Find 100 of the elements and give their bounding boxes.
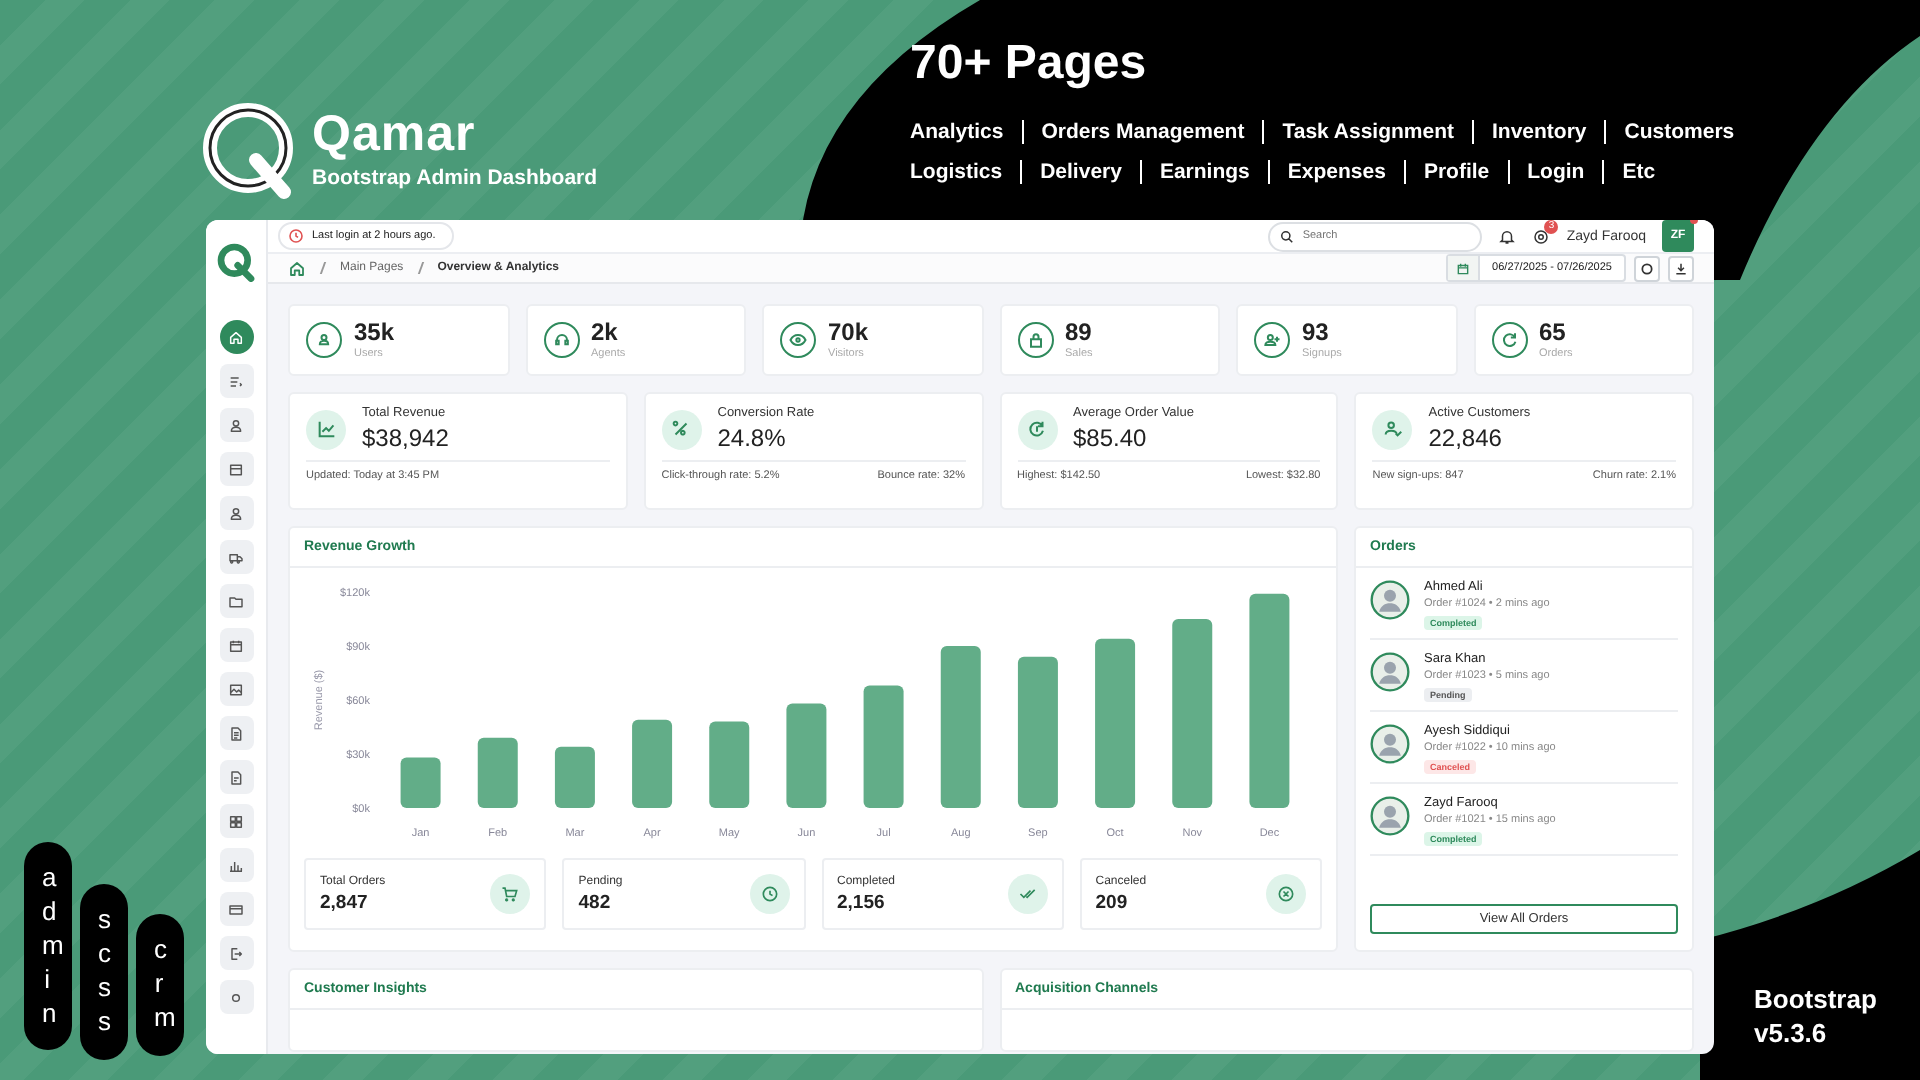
bar-chart-icon bbox=[228, 857, 244, 873]
image-icon bbox=[228, 681, 244, 697]
sidebar-button[interactable] bbox=[219, 716, 253, 750]
page-name: Etc bbox=[1602, 160, 1656, 184]
stat-value: 35k bbox=[354, 320, 395, 348]
chart-bar bbox=[400, 757, 441, 808]
sidebar-button[interactable] bbox=[219, 892, 253, 926]
double-check-icon bbox=[1017, 884, 1038, 904]
chart-bar bbox=[554, 746, 595, 808]
avatar-silhouette-icon bbox=[1370, 652, 1410, 692]
card-icon bbox=[228, 901, 244, 917]
calendar-icon bbox=[228, 637, 244, 653]
sidebar-button[interactable] bbox=[219, 408, 253, 442]
headline: 70+ Pages bbox=[910, 36, 1149, 92]
stat-value: 2k bbox=[591, 320, 620, 348]
home-icon bbox=[228, 329, 244, 345]
user-icon bbox=[228, 505, 244, 521]
avatar-silhouette-icon bbox=[1370, 796, 1410, 836]
home-icon[interactable] bbox=[288, 259, 306, 277]
page-name: Logistics bbox=[910, 160, 1003, 184]
tag-pill: admin bbox=[24, 842, 72, 1051]
document-icon bbox=[228, 725, 244, 741]
stat-value: 93 bbox=[1302, 320, 1331, 348]
grid-icon bbox=[228, 813, 244, 829]
page-name: Expenses bbox=[1267, 160, 1386, 184]
chart-bar bbox=[477, 737, 518, 808]
sidebar-button[interactable] bbox=[219, 496, 253, 530]
tag-pill: scss bbox=[80, 884, 128, 1060]
page-name: Analytics bbox=[910, 120, 1004, 144]
version-text: Bootstrap bbox=[1754, 984, 1877, 1014]
metric-value: $85.40 bbox=[1073, 424, 1149, 452]
page-name: Inventory bbox=[1472, 120, 1587, 144]
box-icon bbox=[228, 461, 244, 477]
user-icon bbox=[314, 330, 334, 350]
summary-value: 2,847 bbox=[320, 891, 370, 913]
summary-value: 209 bbox=[1095, 891, 1130, 913]
sidebar-button[interactable] bbox=[219, 584, 253, 618]
download-icon bbox=[1674, 261, 1688, 275]
page-name: Orders Management bbox=[1021, 120, 1245, 144]
page-name: Earnings bbox=[1139, 160, 1250, 184]
summary-value: 2,156 bbox=[837, 891, 887, 913]
chart-bar bbox=[709, 721, 750, 808]
user-check-icon bbox=[1381, 418, 1404, 440]
refresh-button[interactable] bbox=[1634, 255, 1660, 281]
version-text: v5.3.6 bbox=[1754, 1018, 1829, 1048]
sidebar-button[interactable] bbox=[219, 540, 253, 574]
brand-tagline: Bootstrap Admin Dashboard bbox=[312, 166, 598, 190]
stat-value: 65 bbox=[1539, 320, 1568, 348]
sidebar-button[interactable] bbox=[219, 804, 253, 838]
document-icon bbox=[228, 769, 244, 785]
avatar-silhouette-icon bbox=[1370, 724, 1410, 764]
line-chart-icon bbox=[315, 418, 337, 440]
summary-value: 482 bbox=[578, 891, 613, 913]
bell-icon bbox=[1498, 227, 1517, 245]
user-icon bbox=[228, 417, 244, 433]
sidebar-button[interactable] bbox=[219, 628, 253, 662]
refresh-icon bbox=[1499, 330, 1519, 350]
clock-icon bbox=[288, 228, 304, 244]
sidebar-button[interactable] bbox=[219, 364, 253, 398]
headset-icon bbox=[551, 330, 571, 350]
avatar-silhouette-icon bbox=[1370, 580, 1410, 620]
tag-pill: crm bbox=[136, 914, 184, 1056]
refresh-icon bbox=[1026, 418, 1048, 440]
stat-value: 89 bbox=[1065, 320, 1093, 348]
settings-icon bbox=[1532, 227, 1551, 245]
search-icon bbox=[1280, 229, 1295, 243]
chart-bar bbox=[632, 719, 673, 808]
lock-icon bbox=[1025, 330, 1045, 350]
exit-icon bbox=[228, 945, 244, 961]
page-name: Login bbox=[1507, 160, 1585, 184]
page-name: Delivery bbox=[1020, 160, 1122, 184]
cart-icon bbox=[500, 884, 521, 904]
sidebar-button[interactable] bbox=[219, 980, 253, 1014]
folder-icon bbox=[228, 593, 244, 609]
truck-icon bbox=[228, 549, 244, 565]
chart-bar bbox=[786, 703, 827, 808]
metric-value: 22,846 bbox=[1428, 424, 1504, 452]
download-button[interactable] bbox=[1668, 255, 1694, 281]
stat-value: 70k bbox=[828, 320, 869, 348]
sidebar-button[interactable] bbox=[219, 848, 253, 882]
brand-name: Qamar bbox=[312, 110, 478, 160]
clock-icon bbox=[759, 884, 779, 904]
sidebar-button[interactable] bbox=[219, 760, 253, 794]
sidebar-button[interactable] bbox=[219, 936, 253, 970]
sidebar-button[interactable] bbox=[219, 320, 253, 354]
metric-value: $38,942 bbox=[362, 424, 449, 452]
metric-value: 24.8% bbox=[717, 424, 788, 452]
page-name: Task Assignment bbox=[1262, 120, 1454, 144]
logo-icon bbox=[216, 242, 256, 282]
calendar-icon bbox=[1456, 261, 1471, 275]
list-icon bbox=[228, 373, 244, 389]
bell-button[interactable] bbox=[1498, 227, 1517, 245]
percent-icon bbox=[670, 418, 693, 440]
page-name: Profile bbox=[1403, 160, 1490, 184]
chart-bar bbox=[863, 685, 904, 808]
sidebar-button[interactable] bbox=[219, 452, 253, 486]
page-name: Customers bbox=[1604, 120, 1735, 144]
user-plus-icon bbox=[1262, 330, 1282, 350]
eye-icon bbox=[788, 330, 808, 350]
sidebar-button[interactable] bbox=[219, 672, 253, 706]
